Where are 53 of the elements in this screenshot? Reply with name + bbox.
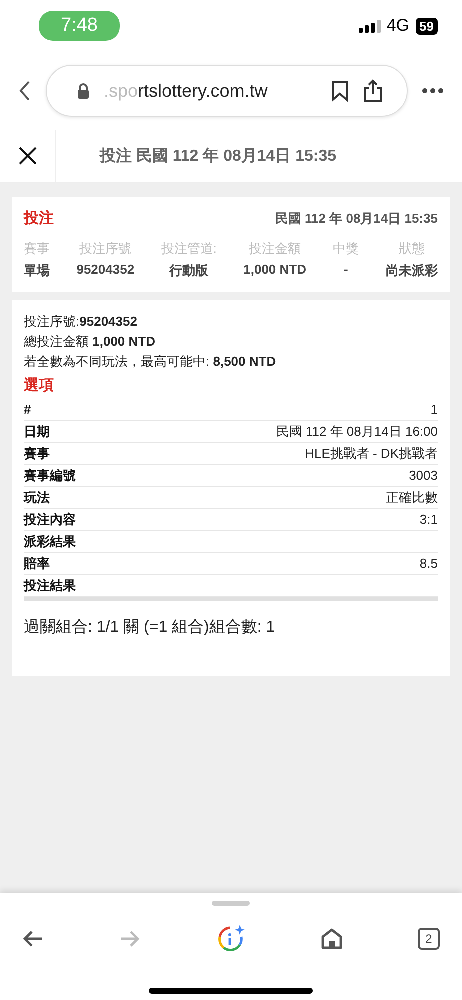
- column-label: 投注序號: [80, 240, 132, 258]
- column-value: 單場: [24, 262, 50, 280]
- section-title: 選項: [24, 376, 55, 395]
- row-label: 日期: [24, 422, 50, 440]
- network-type: 4G: [386, 16, 410, 36]
- back-chevron-icon[interactable]: [18, 80, 32, 102]
- column-value: 尚未派彩: [386, 262, 438, 280]
- more-icon[interactable]: [422, 88, 444, 94]
- detail-line: 投注序號:95204352: [24, 313, 138, 331]
- row-label: 賽事編號: [24, 466, 76, 484]
- close-icon[interactable]: [18, 146, 38, 166]
- row-label: 賠率: [24, 554, 50, 572]
- bookmark-icon[interactable]: [331, 80, 349, 102]
- row-label: 投注內容: [24, 510, 76, 528]
- row-value: 8.5: [420, 556, 438, 571]
- sheet-handle[interactable]: [212, 901, 250, 906]
- tab-count-button[interactable]: 2: [418, 928, 440, 950]
- row-label: 賽事: [24, 444, 50, 462]
- detail-line: 總投注金額 1,000 NTD: [24, 333, 156, 351]
- row-label: 投注結果: [24, 576, 76, 594]
- row-value: 民國 112 年 08月14日 16:00: [276, 422, 438, 440]
- bet-datetime: 民國 112 年 08月14日 15:35: [275, 210, 438, 228]
- row-value: 3003: [409, 468, 438, 483]
- section-title: 投注: [24, 209, 54, 228]
- assistant-icon[interactable]: [216, 924, 246, 954]
- row-value: 3:1: [420, 512, 438, 527]
- column-label: 賽事: [24, 240, 50, 258]
- share-icon[interactable]: [363, 79, 383, 103]
- back-arrow-icon[interactable]: [22, 930, 44, 948]
- column-value: -: [344, 262, 348, 277]
- column-value: 行動版: [170, 262, 209, 280]
- battery-level: 59: [416, 18, 438, 34]
- column-label: 投注管道:: [161, 240, 217, 258]
- row-label: 玩法: [24, 488, 50, 506]
- page-title: 投注 民國 112 年 08月14日 15:35: [100, 146, 337, 166]
- parlay-summary: 過關組合: 1/1 關 (=1 組合)組合數: 1: [24, 618, 276, 638]
- row-label: #: [24, 402, 32, 417]
- status-time: 7:48: [39, 11, 120, 41]
- home-icon[interactable]: [321, 928, 343, 950]
- signal-icon: [358, 20, 381, 32]
- row-value: 正確比數: [386, 488, 438, 506]
- address-bar[interactable]: .sportslottery.com.tw: [46, 65, 408, 117]
- row-label: 派彩結果: [24, 532, 76, 550]
- url-text: .sportslottery.com.tw: [104, 80, 269, 102]
- column-label: 投注金額: [249, 240, 302, 258]
- column-label: 中獎: [333, 240, 360, 258]
- column-label: 狀態: [398, 240, 425, 258]
- detail-line: 若全數為不同玩法，最高可能中: 8,500 NTD: [24, 353, 278, 371]
- row-value: HLE挑戰者 - DK挑戰者: [305, 444, 438, 462]
- row-value: 1: [430, 402, 438, 417]
- column-value: 95204352: [76, 262, 135, 277]
- column-value: 1,000 NTD: [244, 262, 306, 277]
- lock-icon: [77, 83, 90, 99]
